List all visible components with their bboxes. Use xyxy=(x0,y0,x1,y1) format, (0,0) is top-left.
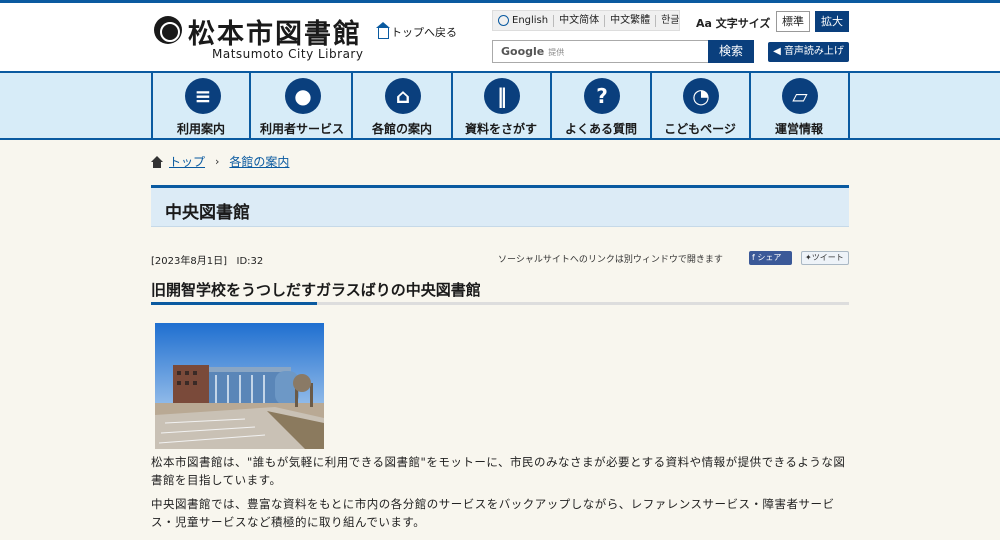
question-icon: ? xyxy=(584,78,620,114)
font-size-standard-button[interactable]: 標準 xyxy=(776,11,810,32)
font-size-large-button[interactable]: 拡大 xyxy=(815,11,849,32)
twitter-icon: ✦ xyxy=(805,253,812,262)
folder-icon: ▱ xyxy=(782,78,818,114)
page-meta: [2023年8月1日] ID:32 xyxy=(151,252,263,267)
home-icon xyxy=(376,22,390,39)
site-subtitle: Matsumoto City Library xyxy=(212,47,364,61)
nav-branch-guide[interactable]: ⌂ 各館の案内 xyxy=(353,73,453,138)
search-button[interactable]: 検索 xyxy=(708,40,754,63)
site-header: 松本市図書館 Matsumoto City Library トップへ戻る Eng… xyxy=(0,3,1000,71)
lang-korean[interactable]: 한글 xyxy=(655,14,684,27)
nav-search-materials[interactable]: ‖ 資料をさがす xyxy=(452,73,552,138)
back-to-top-link[interactable]: トップへ戻る xyxy=(376,22,457,40)
google-logo: Google xyxy=(501,45,545,58)
nav-usage-guide[interactable]: ≡ 利用案内 xyxy=(151,73,251,138)
article-paragraph-1: 松本市図書館は、"誰もが気軽に利用できる図書館"をモットーに、市民のみなさまが必… xyxy=(151,455,846,487)
breadcrumb-branch-link[interactable]: 各館の案内 xyxy=(229,153,289,170)
search-input[interactable]: Google 提供 xyxy=(492,40,710,63)
page-title-box: 中央図書館 xyxy=(151,185,849,227)
article-title: 旧開智学校をうつしだすガラスばりの中央図書館 xyxy=(151,281,481,299)
page-title: 中央図書館 xyxy=(165,203,250,223)
nav-operations-info[interactable]: ▱ 運営情報 xyxy=(750,73,850,138)
nav-kids-page[interactable]: ◔ こどもページ xyxy=(651,73,751,138)
duck-icon: ◔ xyxy=(683,78,719,114)
lang-english[interactable]: English xyxy=(493,15,553,27)
nav-user-services[interactable]: ● 利用者サービス xyxy=(253,73,353,138)
voice-readout-button[interactable]: ◀ 音声読み上げ xyxy=(768,42,849,62)
building-icon: ⌂ xyxy=(385,78,421,114)
breadcrumb-top-link[interactable]: トップ xyxy=(169,153,205,170)
twitter-tweet-button[interactable]: ✦ツイート xyxy=(801,251,849,265)
lang-chinese-traditional[interactable]: 中文繁體 xyxy=(604,14,655,27)
back-to-top-label: トップへ戻る xyxy=(391,26,457,39)
lang-chinese-simplified[interactable]: 中文简体 xyxy=(553,14,604,27)
facebook-share-button[interactable]: f シェア xyxy=(749,251,792,265)
library-building-photo xyxy=(155,323,324,449)
chevron-right-icon: › xyxy=(215,155,220,168)
books-icon: ‖ xyxy=(484,78,520,114)
font-size-label: Aa 文字サイズ xyxy=(696,17,771,30)
social-note: ソーシャルサイトへのリンクは別ウィンドウで開きます xyxy=(498,255,723,265)
breadcrumb: トップ › 各館の案内 xyxy=(151,153,289,170)
page-id: ID:32 xyxy=(236,256,264,267)
site-title: 松本市図書館 xyxy=(188,19,362,50)
site-logo[interactable]: 松本市図書館 Matsumoto City Library トップへ戻る xyxy=(152,12,457,64)
nav-faq[interactable]: ? よくある質問 xyxy=(552,73,652,138)
search-provided-label: 提供 xyxy=(548,48,565,57)
globe-icon xyxy=(498,15,509,26)
speaker-icon: ◀ xyxy=(773,46,784,57)
article-paragraph-2: 中央図書館では、豊富な資料をもとに市内の各分館のサービスをバックアップしながら、… xyxy=(151,497,835,529)
article-heading-box: 旧開智学校をうつしだすガラスばりの中央図書館 xyxy=(151,279,849,305)
home-icon xyxy=(151,155,163,168)
global-nav: ≡ 利用案内 ● 利用者サービス ⌂ 各館の案内 ‖ 資料をさがす ? よくある… xyxy=(0,71,1000,140)
language-selector: English 中文简体 中文繁體 한글 xyxy=(492,10,680,31)
font-size-icon: Aa xyxy=(696,17,716,30)
page-date: [2023年8月1日] xyxy=(151,256,227,267)
city-emblem-icon xyxy=(154,16,182,44)
document-icon: ≡ xyxy=(185,78,221,114)
user-icon: ● xyxy=(285,78,321,114)
